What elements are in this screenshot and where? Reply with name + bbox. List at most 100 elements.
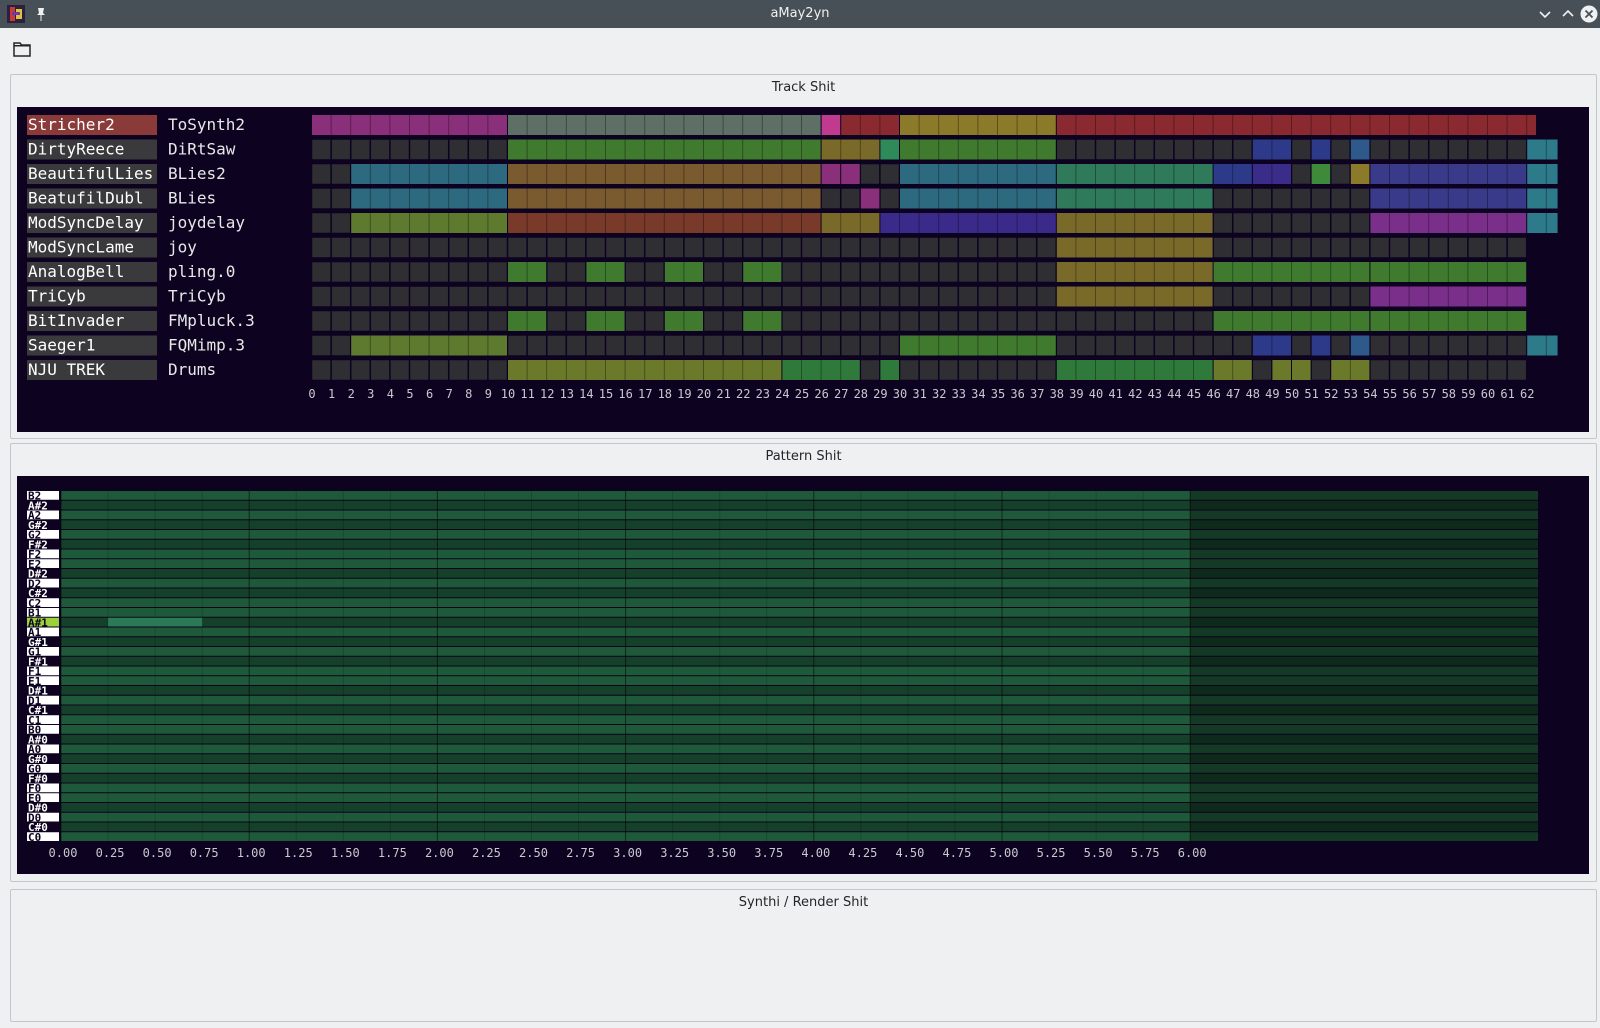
track-cell[interactable] <box>311 139 331 160</box>
track-module-block[interactable] <box>1527 213 1558 233</box>
track-name[interactable]: NJU TREK <box>28 360 105 379</box>
track-cell[interactable] <box>1115 139 1135 160</box>
track-cell[interactable] <box>409 310 429 332</box>
piano-roll-row-outside[interactable] <box>1190 666 1538 676</box>
track-cell[interactable] <box>468 310 488 332</box>
track-cell[interactable] <box>1311 286 1331 307</box>
track-cell[interactable] <box>1330 139 1351 160</box>
track-cell[interactable] <box>880 310 900 332</box>
track-cell[interactable] <box>448 261 469 283</box>
track-module-block[interactable] <box>1350 139 1370 160</box>
track-cell[interactable] <box>1017 310 1037 332</box>
track-cell[interactable] <box>782 335 802 356</box>
track-cell[interactable] <box>880 261 900 283</box>
track-cell[interactable] <box>919 261 939 283</box>
track-name[interactable]: Stricher2 <box>28 115 115 134</box>
track-cell[interactable] <box>1428 237 1449 258</box>
track-cell[interactable] <box>1330 163 1351 185</box>
track-cell[interactable] <box>1409 139 1429 160</box>
track-cell[interactable] <box>586 237 606 258</box>
track-cell[interactable] <box>1291 212 1311 234</box>
track-cell[interactable] <box>1036 237 1057 258</box>
track-synth[interactable]: BLies <box>168 189 216 208</box>
track-cell[interactable] <box>860 261 880 283</box>
track-cell[interactable] <box>860 310 880 332</box>
track-cell[interactable] <box>566 286 586 307</box>
track-cell[interactable] <box>1056 139 1076 160</box>
track-cell[interactable] <box>801 335 821 356</box>
track-cell[interactable] <box>1095 335 1115 356</box>
track-cell[interactable] <box>978 286 998 307</box>
track-cell[interactable] <box>703 335 723 356</box>
piano-roll-row-outside[interactable] <box>1190 705 1538 715</box>
track-cell[interactable] <box>527 335 547 356</box>
track-cell[interactable] <box>1507 237 1527 258</box>
track-cell[interactable] <box>703 286 723 307</box>
track-cell[interactable] <box>938 310 959 332</box>
track-synth[interactable]: pling.0 <box>168 262 235 281</box>
track-cell[interactable] <box>448 139 469 160</box>
track-cell[interactable] <box>448 359 469 381</box>
track-module-block[interactable] <box>821 213 880 233</box>
close-icon[interactable] <box>1579 4 1599 24</box>
track-cell[interactable] <box>507 335 527 356</box>
track-cell[interactable] <box>1272 212 1292 234</box>
track-cell[interactable] <box>331 237 351 258</box>
track-name[interactable]: BeautifulLies <box>28 164 153 183</box>
piano-roll-row-outside[interactable] <box>1190 627 1538 637</box>
track-row[interactable]: ModSyncDelay joydelay <box>27 212 1558 234</box>
track-cell[interactable] <box>840 237 861 258</box>
track-cell[interactable] <box>997 286 1017 307</box>
track-cell[interactable] <box>782 261 802 283</box>
track-module-block[interactable] <box>1527 335 1558 356</box>
piano-roll-row-outside[interactable] <box>1190 588 1538 598</box>
track-cell[interactable] <box>1252 359 1272 381</box>
piano-roll-row-outside[interactable] <box>1190 549 1538 559</box>
track-cell[interactable] <box>1389 139 1409 160</box>
track-module-block[interactable] <box>1292 360 1311 380</box>
track-cell[interactable] <box>1487 335 1507 356</box>
track-row[interactable]: DirtyReece DiRtSaw <box>27 139 1558 160</box>
track-cell[interactable] <box>860 359 880 381</box>
piano-roll-row-outside[interactable] <box>1190 617 1538 627</box>
track-cell[interactable] <box>1213 286 1233 307</box>
track-module-block[interactable] <box>1527 139 1558 160</box>
track-cell[interactable] <box>429 261 449 283</box>
track-cell[interactable] <box>1487 359 1507 381</box>
track-cell[interactable] <box>1174 310 1194 332</box>
track-cell[interactable] <box>880 335 900 356</box>
track-cell[interactable] <box>1174 139 1194 160</box>
track-module-block[interactable] <box>880 139 899 160</box>
track-cell[interactable] <box>1232 335 1253 356</box>
track-cell[interactable] <box>1428 139 1449 160</box>
track-cell[interactable] <box>311 286 331 307</box>
piano-roll-row-outside[interactable] <box>1190 510 1538 520</box>
track-cell[interactable] <box>350 139 371 160</box>
track-cell[interactable] <box>566 261 586 283</box>
track-cell[interactable] <box>311 237 331 258</box>
track-cell[interactable] <box>782 237 802 258</box>
track-panel[interactable]: Stricher2 ToSynth2 DirtyReece DiRtSaw Beauti… <box>17 107 1589 432</box>
maximize-icon[interactable] <box>1559 5 1577 23</box>
track-module-block[interactable] <box>1350 164 1370 184</box>
piano-roll-row-outside[interactable] <box>1190 695 1538 705</box>
track-cell[interactable] <box>644 335 665 356</box>
track-cell[interactable] <box>782 310 802 332</box>
track-cell[interactable] <box>1350 237 1370 258</box>
track-cell[interactable] <box>1370 139 1390 160</box>
track-cell[interactable] <box>899 310 919 332</box>
track-cell[interactable] <box>762 286 782 307</box>
track-cell[interactable] <box>448 286 469 307</box>
piano-roll-row-outside[interactable] <box>1190 569 1538 578</box>
track-cell[interactable] <box>448 237 469 258</box>
track-cell[interactable] <box>625 237 645 258</box>
track-cell[interactable] <box>1232 139 1253 160</box>
track-cell[interactable] <box>1272 188 1292 209</box>
piano-roll-row-outside[interactable] <box>1190 656 1538 666</box>
track-cell[interactable] <box>1487 237 1507 258</box>
track-name[interactable]: ModSyncDelay <box>28 213 144 232</box>
track-module-block[interactable] <box>841 164 860 184</box>
track-cell[interactable] <box>1428 359 1449 381</box>
track-cell[interactable] <box>1252 188 1272 209</box>
track-cell[interactable] <box>527 286 547 307</box>
